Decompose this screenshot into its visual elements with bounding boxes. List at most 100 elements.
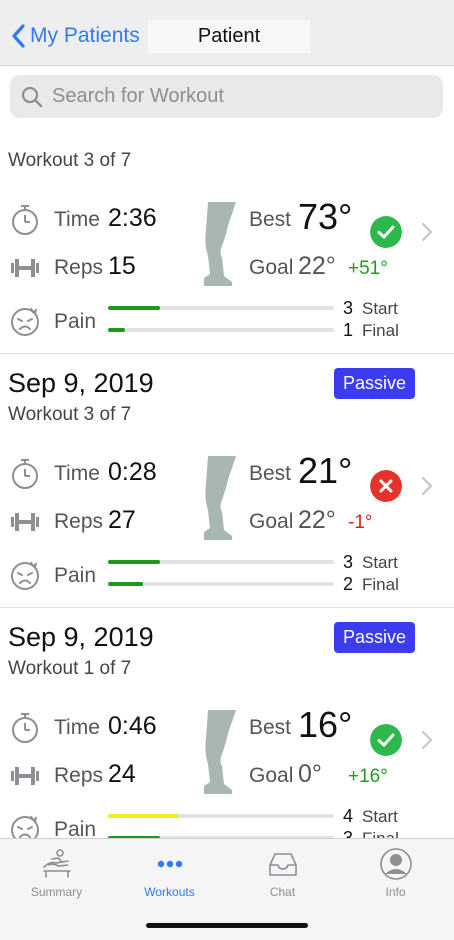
chevron-left-icon: [12, 24, 25, 48]
pain-face-icon: [11, 561, 39, 590]
tab-info-label: Info: [385, 885, 406, 899]
chevron-right-icon: [422, 731, 433, 749]
workout-subtitle: Workout 3 of 7: [8, 150, 132, 171]
goal-delta: +51°: [348, 258, 388, 279]
pain-start-value: 4: [343, 806, 354, 826]
pain-final-fill: [108, 582, 143, 586]
time-label: Time: [54, 208, 100, 231]
pain-start-fill: [108, 306, 160, 310]
pain-final-fill: [108, 328, 125, 332]
search-input[interactable]: [52, 85, 432, 108]
pain-face-icon: [11, 307, 39, 336]
pain-face-icon: [11, 815, 39, 838]
goal-label: Goal: [249, 764, 294, 787]
tab-info[interactable]: Info: [339, 847, 452, 907]
reps-value: 15: [108, 252, 136, 280]
massage-icon: [42, 849, 71, 878]
close-icon: [370, 470, 402, 502]
workout-date: Sep 9, 2019: [8, 622, 154, 652]
reps-label: Reps: [54, 256, 104, 279]
tab-workouts-label: Workouts: [144, 885, 195, 899]
workout-card[interactable]: Workout 3 of 7 Time 2:36 Reps 15 Best 73° Goal 2…: [0, 128, 454, 354]
person-icon: [379, 848, 412, 880]
mode-badge: Passive: [334, 368, 415, 399]
workout-subtitle: Workout 1 of 7: [8, 658, 132, 679]
mode-badge: Passive: [334, 622, 415, 653]
check-icon: [370, 724, 402, 756]
pain-final-label: Final: [362, 575, 399, 594]
reps-label: Reps: [54, 764, 104, 787]
time-value: 2:36: [108, 204, 157, 232]
workout-card[interactable]: Sep 9, 2019 Passive Workout 1 of 7 Time 0:46…: [0, 608, 454, 838]
time-value: 0:28: [108, 458, 157, 486]
goal-value: 0°: [298, 760, 322, 788]
back-button[interactable]: My Patients: [8, 22, 140, 50]
stopwatch-icon: [12, 713, 38, 743]
time-label: Time: [54, 462, 100, 485]
goal-label: Goal: [249, 256, 294, 279]
home-indicator: [146, 923, 308, 928]
best-value: 73°: [298, 196, 353, 237]
reps-value: 27: [108, 506, 136, 534]
pain-final-bar: [108, 582, 334, 586]
stopwatch-icon: [12, 205, 38, 235]
search-field[interactable]: [10, 75, 443, 118]
pain-final-bar: [108, 328, 334, 332]
pain-start-label: Start: [362, 299, 398, 318]
goal-delta: +16°: [348, 766, 388, 787]
tab-summary-label: Summary: [30, 885, 83, 899]
chevron-right-icon: [422, 223, 433, 241]
workout-list[interactable]: Workout 3 of 7 Time 2:36 Reps 15 Best 73° Goal 2…: [0, 128, 454, 838]
inbox-icon: [268, 853, 297, 876]
leg-icon: [204, 456, 236, 540]
leg-icon: [204, 710, 236, 794]
workout-card[interactable]: Sep 9, 2019 Passive Workout 3 of 7 Time 0:28…: [0, 354, 454, 608]
pain-final-value: 1: [343, 320, 354, 340]
pain-final-value: 2: [343, 574, 354, 594]
back-button-label: My Patients: [30, 24, 140, 47]
dumbbell-icon: [11, 767, 39, 785]
goal-value: 22°: [298, 252, 336, 280]
pain-start-label: Start: [362, 807, 398, 826]
pain-start-label: Start: [362, 553, 398, 572]
best-value: 21°: [298, 450, 353, 491]
tab-summary[interactable]: Summary: [0, 847, 113, 907]
pain-label: Pain: [54, 818, 97, 838]
pain-start-fill: [108, 814, 178, 818]
check-icon: [370, 216, 402, 248]
workout-date: Sep 9, 2019: [8, 368, 154, 398]
goal-delta: -1°: [348, 512, 373, 533]
pain-start-bar: [108, 814, 334, 818]
goal-value: 22°: [298, 506, 336, 534]
tab-workouts[interactable]: Workouts: [113, 847, 226, 907]
dumbbell-icon: [11, 259, 39, 277]
pain-label: Pain: [54, 564, 97, 587]
search-icon: [21, 86, 43, 107]
reps-value: 24: [108, 760, 136, 788]
goal-label: Goal: [249, 510, 294, 533]
best-label: Best: [249, 716, 292, 739]
stopwatch-icon: [12, 459, 38, 489]
leg-icon: [204, 202, 236, 286]
reps-label: Reps: [54, 510, 104, 533]
pain-start-value: 3: [343, 552, 354, 572]
pain-final-value: 3: [343, 828, 354, 838]
pain-start-fill: [108, 560, 160, 564]
pain-start-bar: [108, 306, 334, 310]
pain-start-value: 3: [343, 298, 354, 318]
time-value: 0:46: [108, 712, 157, 740]
search-bar: [0, 66, 454, 128]
dots-icon: [157, 860, 182, 868]
best-label: Best: [249, 462, 292, 485]
time-label: Time: [54, 716, 100, 739]
pain-final-label: Final: [362, 321, 399, 340]
tab-chat-label: Chat: [269, 885, 296, 899]
pain-start-bar: [108, 560, 334, 564]
workout-subtitle: Workout 3 of 7: [8, 404, 132, 425]
pain-final-label: Final: [362, 829, 399, 838]
tab-chat[interactable]: Chat: [226, 847, 339, 907]
chevron-right-icon: [422, 477, 433, 495]
navigation-bar: My Patients Patient: [0, 0, 454, 66]
best-label: Best: [249, 208, 292, 231]
pain-label: Pain: [54, 310, 97, 333]
